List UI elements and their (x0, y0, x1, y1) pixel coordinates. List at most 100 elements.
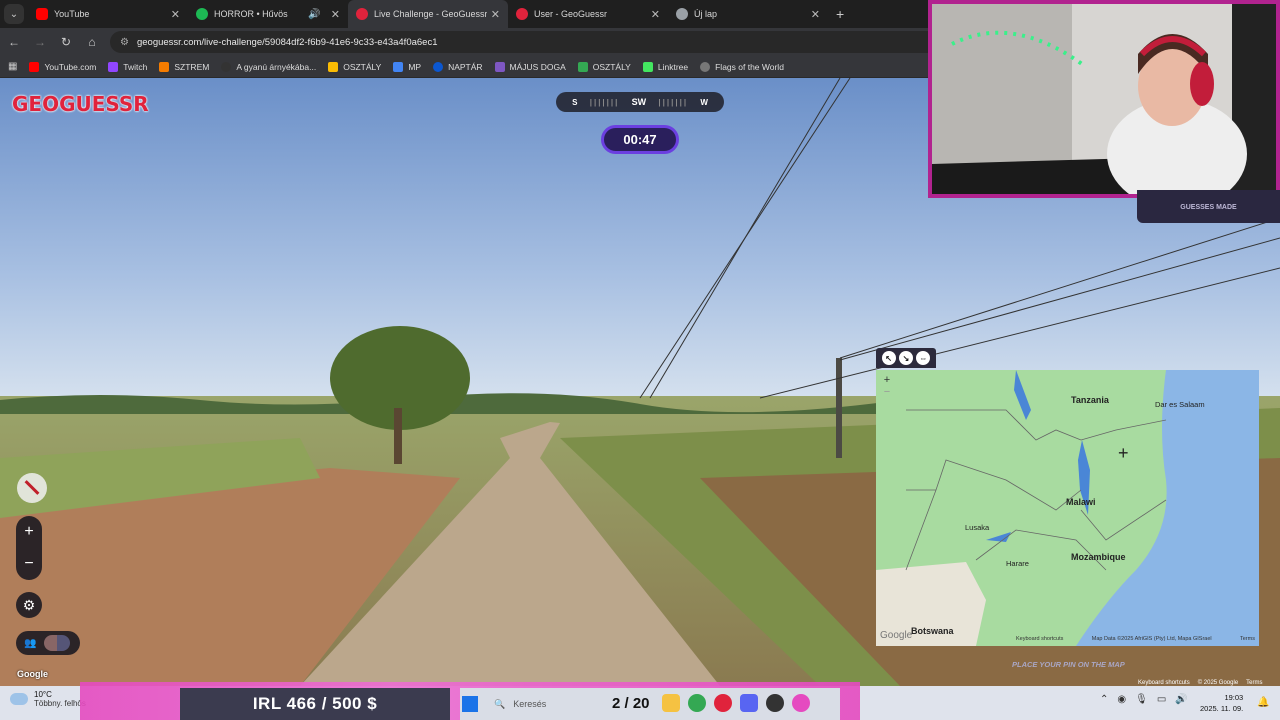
map-zoom-in-button[interactable]: + (884, 374, 890, 386)
windows-start-icon[interactable] (462, 696, 478, 712)
home-icon[interactable]: ⌂ (80, 30, 104, 54)
new-tab-button[interactable]: + (836, 6, 844, 22)
forward-icon[interactable]: → (28, 30, 52, 54)
compass-heading-s: S (572, 97, 578, 107)
bookmark-icon (159, 61, 170, 72)
tray-app-icon[interactable]: ◉ (1117, 694, 1126, 705)
close-icon[interactable]: ✕ (651, 8, 660, 21)
spotify-icon (196, 8, 208, 20)
search-placeholder: Keresés (513, 699, 547, 709)
site-info-icon[interactable]: ⚙ (120, 37, 129, 48)
bookmark-gyanu[interactable]: A gyanú árnyékába... (221, 61, 316, 72)
map-attribution: Keyboard shortcuts Map Data ©2025 AfriGI… (1016, 636, 1259, 646)
bookmark-twitch[interactable]: Twitch (108, 61, 147, 72)
apps-grid-icon[interactable]: ▦ (8, 61, 17, 72)
volume-icon[interactable]: 🔊 (1175, 694, 1187, 705)
map-label-botswana: Botswana (911, 626, 954, 636)
chevron-up-icon[interactable]: ⌃ (1100, 694, 1108, 705)
bookmark-linktree[interactable]: Linktree (642, 61, 688, 72)
speaker-icon[interactable]: 🔊 (308, 9, 320, 20)
geoguessr-logo: GEOGUESSR (12, 92, 149, 116)
back-icon[interactable]: ← (2, 30, 26, 54)
twitch-icon (108, 61, 119, 72)
microphone-icon[interactable]: 🎙 (1135, 694, 1148, 705)
url-text: geoguessr.com/live-challenge/59084df2-f6… (136, 36, 438, 48)
drive-icon (328, 61, 339, 72)
notification-bell-icon[interactable]: 🔔 (1257, 697, 1269, 708)
bookmark-icon (221, 61, 232, 72)
tab-title: Új lap (694, 9, 718, 19)
address-bar[interactable]: ⚙ geoguessr.com/live-challenge/59084df2-… (110, 31, 990, 53)
map-data-credit: Map Data ©2025 AfriGIS (Pty) Ltd, Mapa G… (1091, 636, 1212, 642)
bookmark-youtube[interactable]: YouTube.com (29, 61, 96, 72)
bookmark-mp[interactable]: MP (393, 61, 421, 72)
map-label-mozambique: Mozambique (1071, 552, 1126, 562)
tab-live-challenge[interactable]: Live Challenge - GeoGuessr ✕ (348, 0, 508, 28)
map-zoom-out-button[interactable]: − (884, 386, 890, 398)
screen: ⌄ YouTube ✕ HORROR • Hűvös 🔊 ✕ Live Chal… (0, 0, 1280, 720)
app-icon[interactable] (792, 694, 810, 712)
bookmark-majus-doga[interactable]: MÁJUS DOGA (494, 61, 566, 72)
compass-bar: S ||||||| SW ||||||| W (556, 92, 724, 112)
chrome-icon (676, 8, 688, 20)
weather-widget[interactable]: 10°C Többny. felhős (10, 690, 86, 708)
tab-title: User - GeoGuessr (534, 9, 608, 19)
taskbar-search[interactable]: 🔍 Keresés (494, 699, 546, 710)
bookmark-osztaly-sheet[interactable]: OSZTÁLY (577, 61, 631, 72)
webcam-image (932, 4, 1276, 194)
map-crosshair-icon: + (1118, 443, 1129, 463)
taskbar-clock[interactable]: 19:03 2025. 11. 09. (1200, 692, 1243, 714)
round-timer: 00:47 (601, 125, 679, 154)
close-icon[interactable]: ✕ (331, 8, 340, 21)
tab-title: Live Challenge - GeoGuessr (374, 9, 487, 19)
guess-map[interactable] (876, 370, 1259, 646)
discord-icon[interactable] (740, 694, 758, 712)
close-icon[interactable]: ✕ (171, 8, 180, 21)
tab-title: YouTube (54, 9, 90, 19)
weather-temperature: 10°C (34, 690, 52, 699)
tab-horror[interactable]: HORROR • Hűvös 🔊 ✕ (188, 0, 348, 28)
zoom-out-button[interactable]: − (24, 555, 33, 573)
compass-needle-icon[interactable] (17, 473, 47, 503)
compass-ticks: ||||||| (658, 97, 689, 107)
place-pin-hint: PLACE YOUR PIN ON THE MAP (1012, 660, 1125, 669)
settings-button[interactable]: ⚙ (16, 592, 42, 618)
close-icon[interactable]: ✕ (811, 8, 820, 21)
obs-icon[interactable] (766, 694, 784, 712)
tab-youtube[interactable]: YouTube ✕ (28, 0, 188, 28)
calendar-icon (433, 61, 444, 72)
compass-ticks: ||||||| (589, 97, 620, 107)
webcam-overlay (928, 0, 1280, 198)
sheets-icon (577, 61, 588, 72)
google-watermark: Google (17, 669, 48, 679)
tab-new[interactable]: Új lap ✕ (668, 0, 828, 28)
players-button[interactable]: 👥 (16, 631, 80, 655)
map-keyboard-shortcuts-link[interactable]: Keyboard shortcuts (1016, 636, 1063, 646)
opera-icon[interactable] (714, 694, 732, 712)
expand-map-icon[interactable]: ↖ (881, 351, 896, 365)
map-terms-link[interactable]: Terms (1240, 636, 1255, 646)
bookmark-naptar[interactable]: NAPTÁR (433, 61, 483, 72)
pin-map-icon[interactable]: ⇔ (916, 351, 931, 365)
shrink-map-icon[interactable]: ↘ (898, 351, 913, 365)
player-avatars (44, 635, 71, 651)
bookmark-flags[interactable]: Flags of the World (700, 61, 784, 72)
map-label-tanzania: Tanzania (1071, 395, 1109, 405)
bookmark-osztaly-drive[interactable]: OSZTÁLY (328, 61, 381, 72)
map-zoom-controls: + − (880, 374, 894, 406)
compass-heading-w: W (700, 97, 708, 107)
chrome-icon[interactable] (688, 694, 706, 712)
reload-icon[interactable]: ↻ (54, 30, 78, 54)
clock-time: 19:03 (1224, 693, 1244, 702)
monitor-icon[interactable]: ▭ (1157, 694, 1166, 705)
close-icon[interactable]: ✕ (491, 8, 500, 21)
tab-title: HORROR • Hűvös (214, 9, 288, 19)
bookmark-sztrem[interactable]: SZTREM (159, 61, 209, 72)
tab-user[interactable]: User - GeoGuessr ✕ (508, 0, 668, 28)
file-explorer-icon[interactable] (662, 694, 680, 712)
people-icon: 👥 (24, 637, 37, 649)
zoom-in-button[interactable]: + (24, 523, 33, 541)
tab-search-button[interactable]: ⌄ (4, 4, 24, 24)
stream-round-counter: 2 / 20 (612, 695, 650, 712)
cloud-icon (10, 693, 28, 705)
